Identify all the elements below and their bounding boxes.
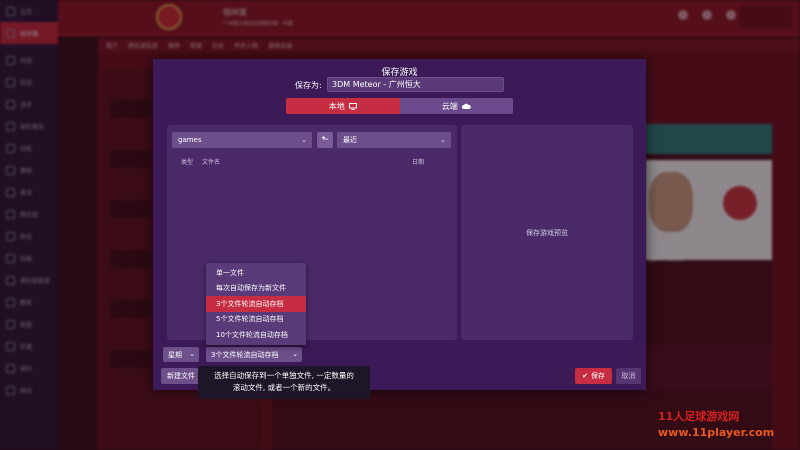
- column-header-type[interactable]: 类型: [181, 157, 193, 166]
- save-as-label: 保存为:: [295, 81, 322, 90]
- save-button[interactable]: ✔ 保存: [575, 368, 612, 384]
- menu-item-rotate-3[interactable]: 3个文件轮流自动存档: [206, 296, 306, 312]
- autosave-tooltip: 选择自动保存到一个单独文件, 一定数量的 滚动文件, 或者一个新的文件。: [198, 366, 370, 399]
- save-name-input[interactable]: [327, 77, 504, 92]
- cancel-button[interactable]: 取消: [616, 368, 641, 384]
- tooltip-line: 滚动文件, 或者一个新的文件。: [232, 383, 336, 392]
- autosave-mode-select[interactable]: 3个文件轮流自动存档 ⌄: [206, 347, 302, 362]
- location-toggle: 本地 云端: [286, 98, 513, 114]
- watermark-title: 11人足球游戏网: [658, 410, 740, 423]
- arrow-up-icon: ⬑: [321, 135, 329, 145]
- column-header-filename[interactable]: 文件名: [202, 157, 220, 166]
- menu-item-rotate-5[interactable]: 5个文件轮流自动存档: [206, 312, 306, 328]
- menu-item-single-file[interactable]: 单一文件: [206, 265, 306, 281]
- save-preview-pane: 保存游戏预览: [461, 125, 633, 340]
- watermark-url: www.11player.com: [658, 426, 775, 439]
- watermark: 11人足球游戏网 www.11player.com: [658, 408, 774, 439]
- parent-folder-button[interactable]: ⬑: [317, 132, 333, 148]
- chevron-down-icon: ⌄: [292, 350, 298, 358]
- autosave-mode-menu: 单一文件 每次自动保存为新文件 3个文件轮流自动存档 5个文件轮流自动存档 10…: [206, 263, 306, 345]
- chevron-down-icon: ⌄: [440, 136, 446, 144]
- cloud-icon: [461, 103, 471, 109]
- new-file-button[interactable]: 新建文件: [161, 368, 201, 384]
- chevron-down-icon: ⌄: [189, 350, 195, 358]
- tooltip-line: 选择自动保存到一个单独文件, 一定数量的: [214, 371, 354, 380]
- check-icon: ✔: [582, 372, 588, 380]
- column-header-date[interactable]: 日期: [412, 157, 424, 166]
- menu-item-rotate-10[interactable]: 10个文件轮流自动存档: [206, 327, 306, 343]
- tab-local[interactable]: 本地: [286, 98, 400, 114]
- folder-select[interactable]: games ⌄: [172, 132, 312, 148]
- autosave-frequency-select[interactable]: 星期 ⌄: [163, 347, 199, 362]
- preview-label: 保存游戏预览: [526, 229, 568, 237]
- monitor-icon: [348, 102, 357, 110]
- menu-item-new-file-each[interactable]: 每次自动保存为新文件: [206, 281, 306, 297]
- sort-select[interactable]: 最近 ⌄: [337, 132, 451, 148]
- chevron-down-icon: ⌄: [301, 136, 307, 144]
- tab-cloud[interactable]: 云端: [399, 98, 513, 114]
